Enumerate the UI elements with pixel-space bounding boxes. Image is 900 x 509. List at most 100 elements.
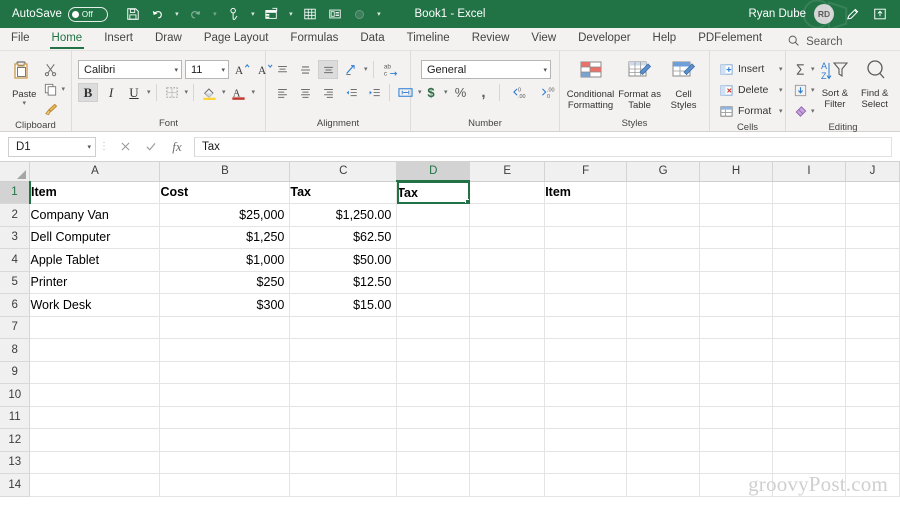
orientation-dropdown-icon[interactable]: ▾ — [364, 66, 368, 73]
underline-button[interactable]: U — [124, 83, 144, 102]
tab-file[interactable]: File — [0, 27, 41, 50]
cell-f10[interactable] — [544, 383, 628, 407]
cell-h14[interactable] — [699, 473, 774, 497]
cell-i12[interactable] — [772, 428, 846, 452]
cell-j13[interactable] — [845, 451, 900, 474]
cell-i14[interactable] — [772, 473, 846, 497]
format-as-table-button[interactable]: Format as Table — [615, 58, 664, 111]
quick-access-toolbar[interactable]: ▾ ▾ ▾ ▾ ▾ — [122, 3, 384, 25]
cell-d3[interactable] — [396, 226, 471, 249]
cell-a12[interactable] — [29, 428, 161, 452]
tab-page-layout[interactable]: Page Layout — [193, 27, 280, 50]
row-header-6[interactable]: 6 — [0, 293, 31, 317]
cell-i6[interactable] — [772, 293, 846, 317]
cell-j2[interactable] — [845, 203, 900, 227]
cut-button[interactable] — [42, 60, 65, 79]
orientation-button[interactable] — [341, 60, 361, 79]
cell-i5[interactable] — [772, 271, 846, 294]
borders-button[interactable] — [162, 83, 182, 102]
cell-j8[interactable] — [845, 338, 900, 362]
comma-format-button[interactable]: , — [474, 83, 494, 102]
cell-i10[interactable] — [772, 383, 846, 407]
table-icon[interactable] — [299, 3, 321, 25]
row-header-8[interactable]: 8 — [0, 338, 31, 362]
font-name-combo[interactable]: Calibri ▾ — [78, 60, 182, 79]
cell-e3[interactable] — [469, 226, 546, 249]
cell-e6[interactable] — [469, 293, 546, 317]
cell-d9[interactable] — [396, 361, 471, 384]
cell-j9[interactable] — [845, 361, 900, 384]
cell-j1[interactable] — [845, 181, 900, 204]
cell-f3[interactable] — [544, 226, 628, 249]
tab-insert[interactable]: Insert — [93, 27, 144, 50]
cell-d11[interactable] — [396, 406, 471, 429]
avatar[interactable]: RD — [814, 4, 834, 24]
cell-d5[interactable] — [396, 271, 471, 294]
row-header-12[interactable]: 12 — [0, 428, 31, 452]
cell-g2[interactable] — [626, 203, 701, 227]
cell-a13[interactable] — [29, 451, 161, 474]
cell-h11[interactable] — [699, 406, 774, 429]
cell-a5[interactable]: Printer — [29, 271, 161, 294]
tab-data[interactable]: Data — [349, 27, 395, 50]
cell-g10[interactable] — [626, 383, 701, 407]
borders-dropdown-icon[interactable]: ▾ — [185, 89, 189, 96]
sort-filter-button[interactable]: AZ Sort & Filter ▾ — [817, 57, 854, 110]
cell-h2[interactable] — [699, 203, 774, 227]
cell-d6[interactable] — [396, 293, 471, 317]
cell-h13[interactable] — [699, 451, 774, 474]
column-header-h[interactable]: H — [699, 162, 774, 182]
formula-input[interactable]: Tax — [194, 136, 892, 157]
cell-g11[interactable] — [626, 406, 701, 429]
cell-d10[interactable] — [396, 383, 471, 407]
cell-i4[interactable] — [772, 248, 846, 272]
autosave-toggle[interactable]: Off — [67, 6, 108, 22]
cell-e10[interactable] — [469, 383, 546, 407]
cell-j10[interactable] — [845, 383, 900, 407]
fill-color-button[interactable] — [199, 83, 219, 102]
cell-j12[interactable] — [845, 428, 900, 452]
cell-c4[interactable]: $50.00 — [289, 248, 398, 272]
cell-a8[interactable] — [29, 338, 161, 362]
column-header-d[interactable]: D — [396, 162, 471, 182]
cell-c13[interactable] — [289, 451, 398, 474]
touch-mode-dropdown-icon[interactable]: ▾ — [248, 3, 258, 25]
accounting-dropdown-icon[interactable]: ▾ — [444, 89, 448, 96]
tab-pdfelement[interactable]: PDFelement — [687, 27, 773, 50]
cell-g12[interactable] — [626, 428, 701, 452]
row-header-11[interactable]: 11 — [0, 406, 31, 429]
cell-i13[interactable] — [772, 451, 846, 474]
cell-e1[interactable] — [469, 181, 546, 204]
paste-dropdown-icon[interactable]: ▾ — [22, 100, 26, 107]
pivot-table-icon[interactable] — [261, 3, 283, 25]
cell-c11[interactable] — [289, 406, 398, 429]
cell-i7[interactable] — [772, 316, 846, 339]
cancel-formula-button[interactable] — [112, 137, 138, 157]
autosave-control[interactable]: AutoSave Off — [12, 6, 108, 22]
delete-dropdown-icon[interactable]: ▾ — [779, 87, 783, 94]
cell-h7[interactable] — [699, 316, 774, 339]
number-format-combo[interactable]: General ▾ — [421, 60, 551, 79]
cell-c8[interactable] — [289, 338, 398, 362]
cell-a4[interactable]: Apple Tablet — [29, 248, 161, 272]
autosum-dropdown-icon[interactable]: ▾ — [811, 66, 815, 73]
align-bottom-button[interactable] — [318, 60, 338, 79]
align-left-button[interactable] — [272, 83, 292, 102]
undo-icon[interactable] — [147, 3, 169, 25]
row-header-3[interactable]: 3 — [0, 226, 31, 249]
cell-f5[interactable] — [544, 271, 628, 294]
cell-h6[interactable] — [699, 293, 774, 317]
copy-button[interactable]: ▾ — [42, 80, 65, 99]
cell-e9[interactable] — [469, 361, 546, 384]
cell-g9[interactable] — [626, 361, 701, 384]
format-painter-button[interactable] — [42, 100, 65, 119]
cell-b14[interactable] — [159, 473, 291, 497]
find-select-button[interactable]: Find & Select — [855, 57, 894, 110]
spreadsheet-grid[interactable]: A B C D E F G H I J 1 Item Cost Tax Tax — [0, 162, 900, 509]
font-color-dropdown-icon[interactable]: ▾ — [252, 89, 256, 96]
cell-j3[interactable] — [845, 226, 900, 249]
insert-function-button[interactable]: fx — [164, 137, 190, 157]
cell-h3[interactable] — [699, 226, 774, 249]
cell-g13[interactable] — [626, 451, 701, 474]
cell-d8[interactable] — [396, 338, 471, 362]
